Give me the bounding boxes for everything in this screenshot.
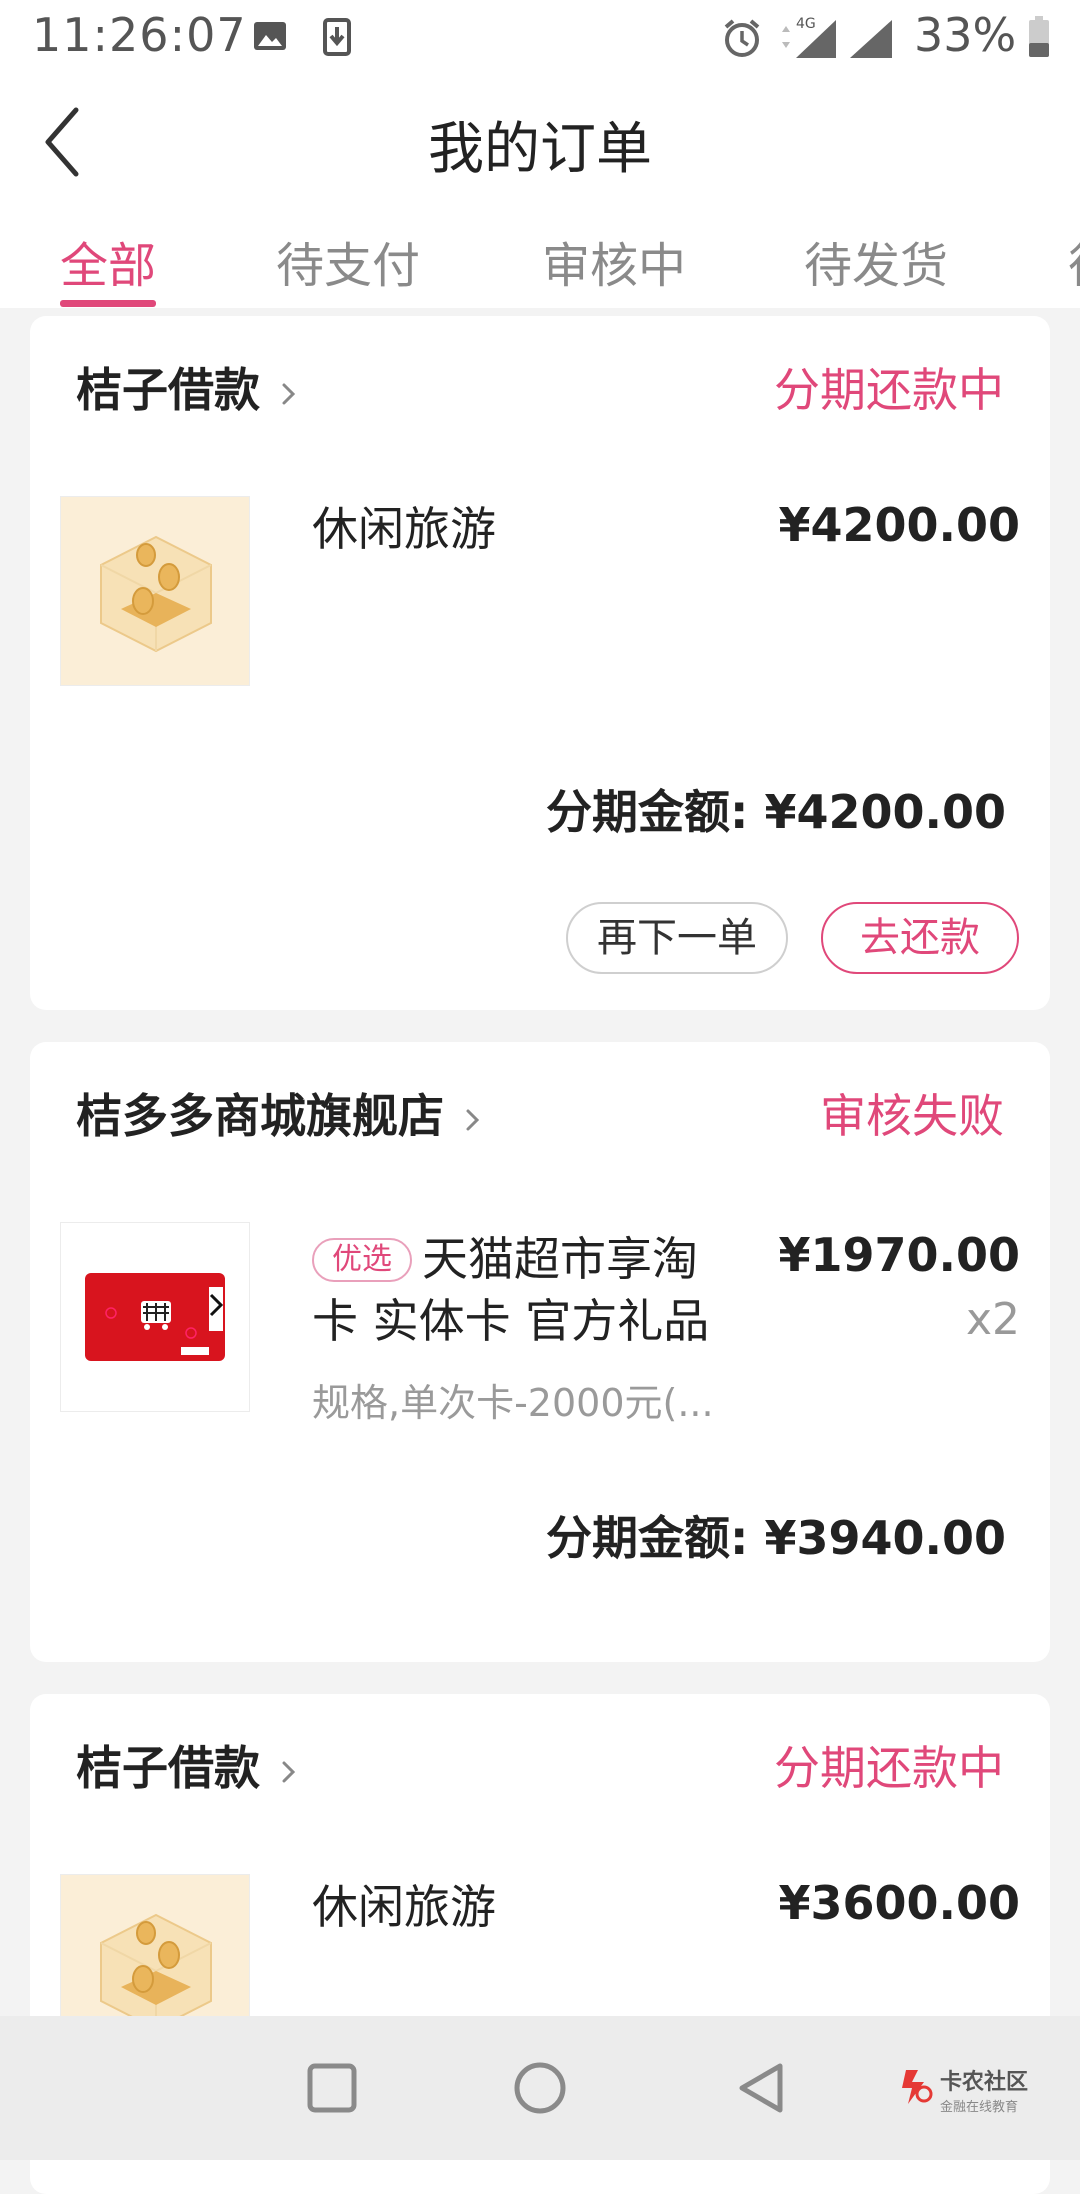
- order-status: 审核失败: [820, 1089, 1004, 1143]
- store-name: 桔多多商城旗舰店: [76, 1089, 444, 1143]
- order-card[interactable]: 桔多多商城旗舰店 审核失败 优选 天猫超市享淘 卡 实体卡 官方礼品 ¥1970.…: [30, 1042, 1050, 1662]
- store-name: 桔子借款: [76, 363, 260, 417]
- image-icon: [252, 18, 288, 58]
- tab-pending-payment[interactable]: 待支付: [276, 226, 420, 296]
- product-image[interactable]: [60, 496, 250, 686]
- tab-next-partial[interactable]: 待: [1068, 226, 1080, 296]
- order-card[interactable]: 桔子借款 分期还款中 休闲旅游 ¥4200.00 分期金额: ¥4200.00 …: [30, 316, 1050, 1010]
- watermark-subtitle: 金融在线教育: [940, 2100, 1019, 2115]
- product-name-line1: 天猫超市享淘: [422, 1232, 698, 1286]
- recents-button[interactable]: [300, 2056, 364, 2120]
- page-title: 我的订单: [428, 117, 652, 182]
- order-tabs: 全部 待支付 审核中 待发货 待: [0, 212, 1080, 308]
- store-name: 桔子借款: [76, 1741, 260, 1795]
- product-image[interactable]: [60, 1222, 250, 1412]
- installment-label: 分期金额:: [546, 785, 749, 839]
- home-button[interactable]: [508, 2056, 572, 2120]
- tab-all[interactable]: 全部: [60, 226, 156, 296]
- installment-row: 分期金额: ¥3940.00: [546, 1502, 1006, 1568]
- product-name[interactable]: 优选 天猫超市享淘 卡 实体卡 官方礼品: [312, 1228, 709, 1352]
- alarm-icon: [722, 18, 762, 62]
- download-icon: [322, 18, 352, 60]
- product-name[interactable]: 休闲旅游: [312, 1876, 496, 1938]
- status-bar: 11:26:07 4G 33%: [0, 0, 1080, 72]
- home-circle-icon: [514, 2062, 566, 2114]
- watermark-title: 卡农社区: [940, 2070, 1029, 2095]
- status-time: 11:26:07: [32, 8, 247, 62]
- coin-cube-icon: [61, 497, 249, 685]
- product-price: ¥3600.00: [778, 1876, 1020, 1930]
- installment-amount: ¥3940.00: [764, 1511, 1006, 1565]
- svg-text:4G: 4G: [796, 16, 816, 32]
- youxuan-tag: 优选: [312, 1238, 412, 1282]
- battery-icon: [1028, 16, 1050, 62]
- product-price: ¥4200.00: [778, 498, 1020, 552]
- store-link[interactable]: 桔多多商城旗舰店: [76, 1080, 482, 1146]
- kanong-logo-icon: [902, 2070, 933, 2104]
- chevron-right-icon: [466, 1109, 480, 1130]
- order-status: 分期还款中: [774, 363, 1004, 417]
- repay-button[interactable]: 去还款: [821, 902, 1019, 974]
- store-link[interactable]: 桔子借款: [76, 1732, 298, 1798]
- recents-square-icon: [307, 2063, 357, 2113]
- system-nav-bar: 卡农社区 金融在线教育: [0, 2016, 1080, 2160]
- gift-card-icon: [61, 1223, 249, 1411]
- active-tab-indicator: [60, 300, 156, 307]
- installment-row: 分期金额: ¥4200.00: [546, 776, 1006, 842]
- product-name-line2: 卡 实体卡 官方礼品: [312, 1294, 710, 1348]
- installment-amount: ¥4200.00: [764, 785, 1006, 839]
- store-link[interactable]: 桔子借款: [76, 354, 298, 420]
- signal-icon-2: [848, 18, 894, 64]
- product-price: ¥1970.00: [778, 1228, 1020, 1282]
- order-status: 分期还款中: [774, 1741, 1004, 1795]
- chevron-right-icon: [282, 1761, 296, 1782]
- back-triangle-icon: [739, 2063, 783, 2113]
- product-quantity: x2: [965, 1294, 1020, 1345]
- signal-icon: 4G: [778, 14, 840, 64]
- back-nav-button[interactable]: [730, 2056, 794, 2120]
- battery-percentage: 33%: [914, 8, 1017, 62]
- tab-pending-shipment[interactable]: 待发货: [804, 226, 948, 296]
- watermark: 卡农社区 金融在线教育: [898, 2064, 1028, 2115]
- product-name[interactable]: 休闲旅游: [312, 498, 496, 560]
- reorder-button[interactable]: 再下一单: [566, 902, 788, 974]
- header: 我的订单: [0, 72, 1080, 212]
- tab-under-review[interactable]: 审核中: [542, 226, 686, 296]
- product-spec: 规格,单次卡-2000元(...: [312, 1381, 714, 1425]
- chevron-right-icon: [282, 383, 296, 404]
- installment-label: 分期金额:: [546, 1511, 749, 1565]
